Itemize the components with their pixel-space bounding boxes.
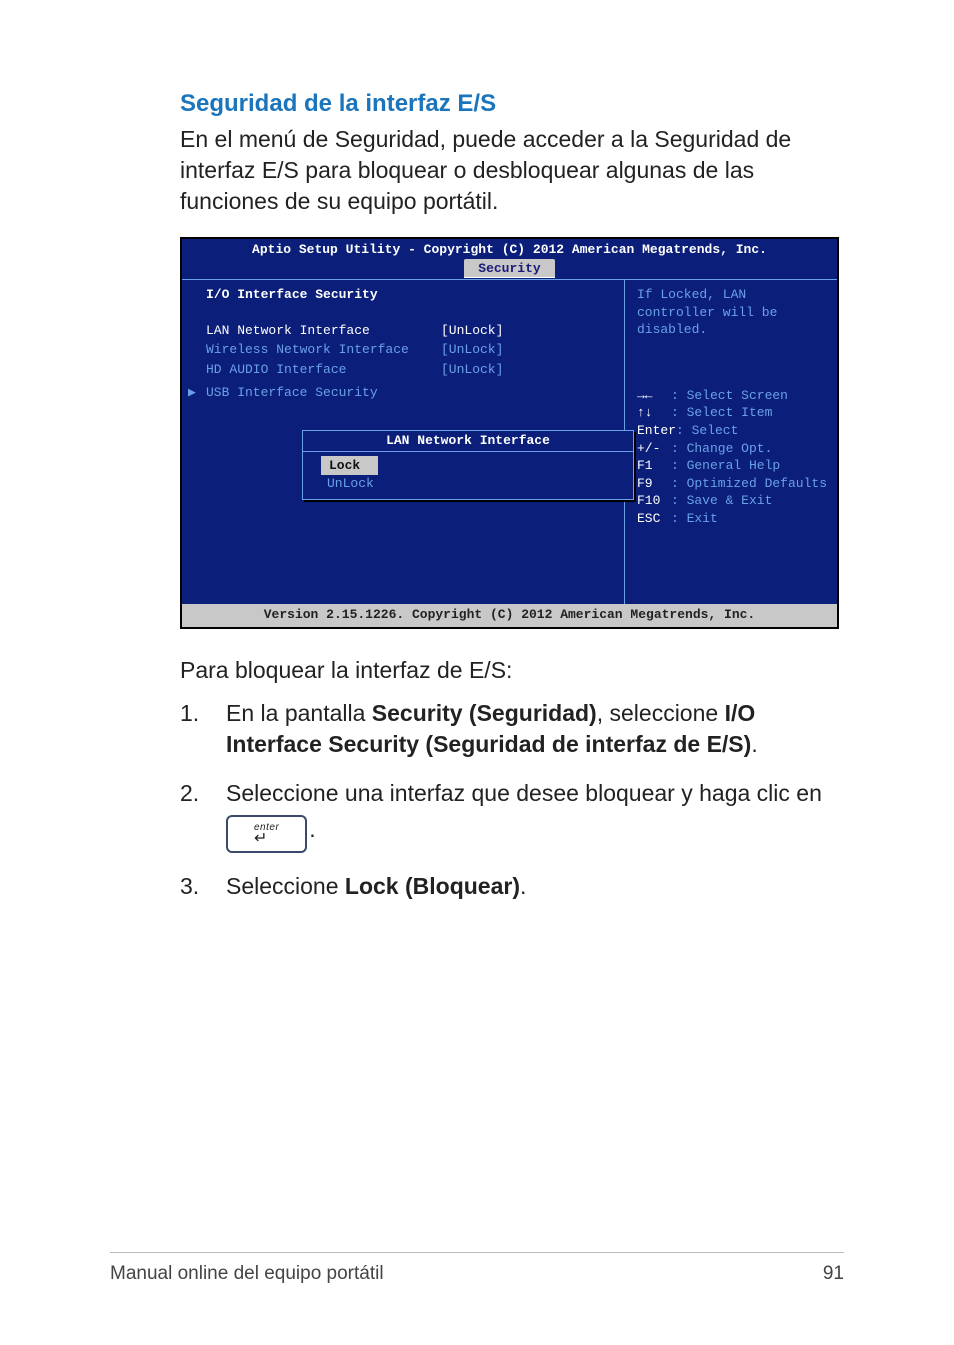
step-1: 1. En la pantalla Security (Seguridad), … [180,698,844,760]
bios-item-lan[interactable]: LAN Network Interface [UnLock] [206,322,614,340]
bios-key-legend: →←: Select Screen ↑↓: Select Item Enter:… [637,387,827,527]
section-heading: Seguridad de la interfaz E/S [180,90,844,118]
step-2: 2. Seleccione una interfaz que desee blo… [180,778,844,853]
document-page: Seguridad de la interfaz E/S En el menú … [0,0,954,1345]
bios-item-usb-submenu[interactable]: ▶ USB Interface Security [206,384,614,402]
bios-left-pane: I/O Interface Security LAN Network Inter… [182,280,625,604]
step-number: 2. [180,778,226,853]
bios-title: Aptio Setup Utility - Copyright (C) 2012… [182,239,837,259]
step-number: 1. [180,698,226,760]
tab-security[interactable]: Security [464,259,554,279]
step-body: Seleccione Lock (Bloquear). [226,871,844,902]
key-name: F10 [637,492,671,510]
key-desc: : Select Item [671,405,772,420]
steps-list: 1. En la pantalla Security (Seguridad), … [180,698,844,902]
submenu-arrow-icon: ▶ [188,384,196,402]
text: Seleccione [226,873,345,899]
key-name: ↑↓ [637,404,671,422]
text: En la pantalla [226,700,372,726]
enter-key-icon: enter ↵ [226,815,307,853]
text: . [751,731,757,757]
procedure-intro: Para bloquear la interfaz de E/S: [180,657,844,684]
bios-tab-row: Security [182,259,837,280]
bios-item-label: Wireless Network Interface [206,341,441,359]
bios-item-label: HD AUDIO Interface [206,361,441,379]
page-number: 91 [823,1263,844,1285]
bios-right-pane: If Locked, LAN controller will be disabl… [625,280,837,604]
option-label: Lock [321,456,378,476]
page-footer: Manual online del equipo portátil 91 [110,1252,844,1285]
key-name: →← [637,387,671,405]
key-name: ESC [637,510,671,528]
text: Seleccione una interfaz que desee bloque… [226,780,822,806]
text: , seleccione [597,700,725,726]
key-desc: : Select Screen [671,388,788,403]
step-body: En la pantalla Security (Seguridad), sel… [226,698,844,760]
key-desc: : Select [676,423,738,438]
text: . [520,873,526,899]
bios-item-label: LAN Network Interface [206,322,441,340]
key-name: F9 [637,475,671,493]
bios-popup-option-unlock[interactable]: UnLock [321,475,633,493]
step-number: 3. [180,871,226,902]
keycap-glyph: ↵ [254,831,279,847]
step-3: 3. Seleccione Lock (Bloquear). [180,871,844,902]
option-label: UnLock [321,475,380,492]
bios-help-text: If Locked, LAN controller will be disabl… [637,286,827,339]
bios-popup-option-lock[interactable]: Lock [321,456,633,476]
bios-footer: Version 2.15.1226. Copyright (C) 2012 Am… [182,604,837,627]
bios-body: I/O Interface Security LAN Network Inter… [182,279,837,604]
bios-popup: LAN Network Interface Lock UnLock [302,430,634,500]
bios-section-title: I/O Interface Security [206,286,614,304]
bold-text: Lock (Bloquear) [345,873,520,899]
key-desc: : Optimized Defaults [671,476,827,491]
footer-title: Manual online del equipo portátil [110,1263,384,1285]
bios-popup-title: LAN Network Interface [303,431,633,452]
key-desc: : Change Opt. [671,441,772,456]
bios-item-hdaudio[interactable]: HD AUDIO Interface [UnLock] [206,361,614,379]
bios-item-value: [UnLock] [441,341,503,359]
key-desc: : Exit [671,511,718,526]
key-name: Enter [637,422,676,440]
key-desc: : General Help [671,458,780,473]
bios-item-label: USB Interface Security [206,384,441,402]
key-name: +/- [637,440,671,458]
text: . [309,816,315,842]
key-name: F1 [637,457,671,475]
bold-text: Security (Seguridad) [372,700,597,726]
intro-paragraph: En el menú de Seguridad, puede acceder a… [180,124,844,217]
bios-item-wireless[interactable]: Wireless Network Interface [UnLock] [206,341,614,359]
bios-item-value: [UnLock] [441,361,503,379]
bios-screenshot: Aptio Setup Utility - Copyright (C) 2012… [180,237,839,629]
key-desc: : Save & Exit [671,493,772,508]
step-body: Seleccione una interfaz que desee bloque… [226,778,844,853]
bios-item-value: [UnLock] [441,322,503,340]
